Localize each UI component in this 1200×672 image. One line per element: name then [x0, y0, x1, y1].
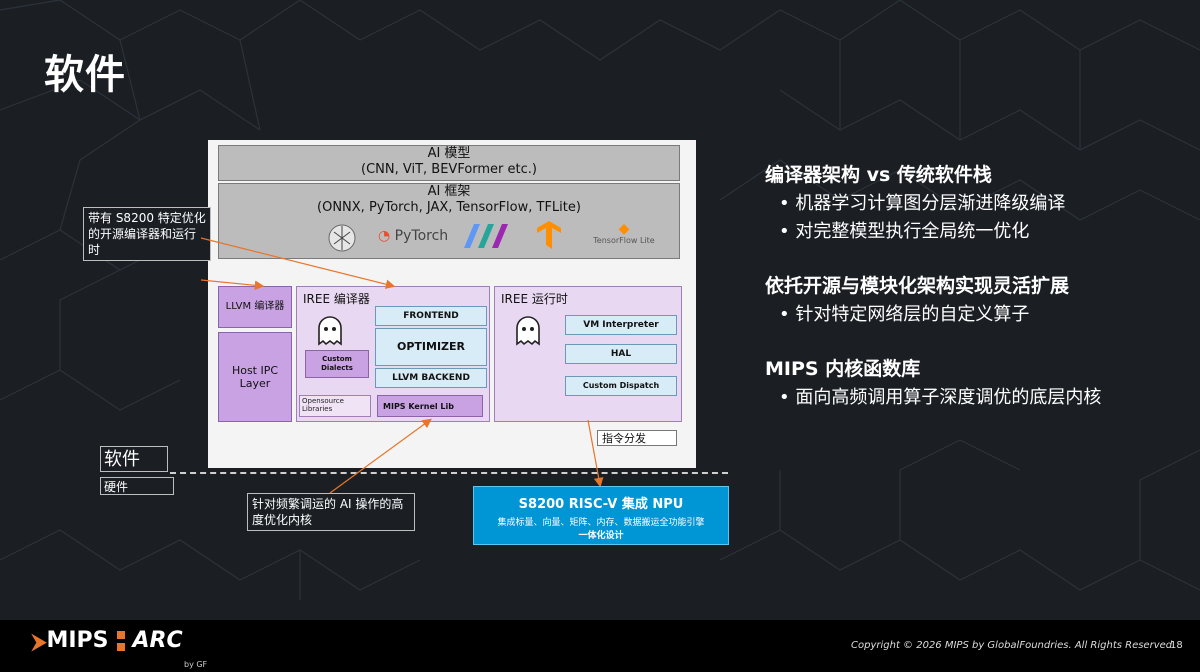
section-heading: 依托开源与模块化架构实现灵活扩展	[765, 275, 1070, 297]
npu-description-2: 一体化设计	[578, 531, 624, 541]
npu-description: 集成标量、向量、矩阵、内存、数据搬运全功能引擎	[497, 518, 705, 528]
logo-separator-icon	[116, 630, 125, 651]
npu-title: S8200 RISC-V 集成 NPU	[518, 497, 684, 512]
npu-box: S8200 RISC-V 集成 NPU 集成标量、向量、矩阵、内存、数据搬运全功…	[473, 486, 729, 545]
bullet-item: • 机器学习计算图分层渐进降级编译	[779, 193, 1066, 214]
logo-arc-text: ARC	[132, 628, 183, 653]
bullet-item: • 针对特定网络层的自定义算子	[779, 304, 1030, 325]
section-kernel-lib: MIPS 内核函数库 • 面向高频调用算子深度调优的底层内核	[765, 354, 1185, 409]
bullet-item: • 面向高频调用算子深度调优的底层内核	[779, 387, 1102, 408]
section-opensource: 依托开源与模块化架构实现灵活扩展 • 针对特定网络层的自定义算子	[765, 271, 1185, 326]
section-heading: MIPS 内核函数库	[765, 358, 921, 380]
logo-mips-text: MIPS	[46, 628, 109, 653]
footer: ⮞ MIPS ARC by GF Copyright © 2026 MIPS b…	[0, 620, 1200, 672]
logo-by-text: by GF	[184, 660, 208, 669]
bullet-text: 机器学习计算图分层渐进降级编译	[795, 193, 1066, 214]
bullet-text: 针对特定网络层的自定义算子	[795, 304, 1030, 325]
right-panel: 编译器架构 vs 传统软件栈 • 机器学习计算图分层渐进降级编译 • 对完整模型…	[765, 160, 1185, 409]
mips-chevron-icon: ⮞	[32, 628, 47, 653]
mips-arc-logo: ⮞ MIPS ARC	[32, 628, 183, 653]
copyright-text: Copyright © 2026 MIPS by GlobalFoundries…	[851, 640, 1176, 651]
bullet-text: 对完整模型执行全局统一优化	[795, 221, 1030, 242]
section-heading: 编译器架构 vs 传统软件栈	[765, 164, 992, 186]
bullet-item: • 对完整模型执行全局统一优化	[779, 221, 1030, 242]
page-number: 18	[1170, 640, 1183, 651]
section-compiler: 编译器架构 vs 传统软件栈 • 机器学习计算图分层渐进降级编译 • 对完整模型…	[765, 160, 1185, 243]
bullet-text: 面向高频调用算子深度调优的底层内核	[795, 387, 1102, 408]
